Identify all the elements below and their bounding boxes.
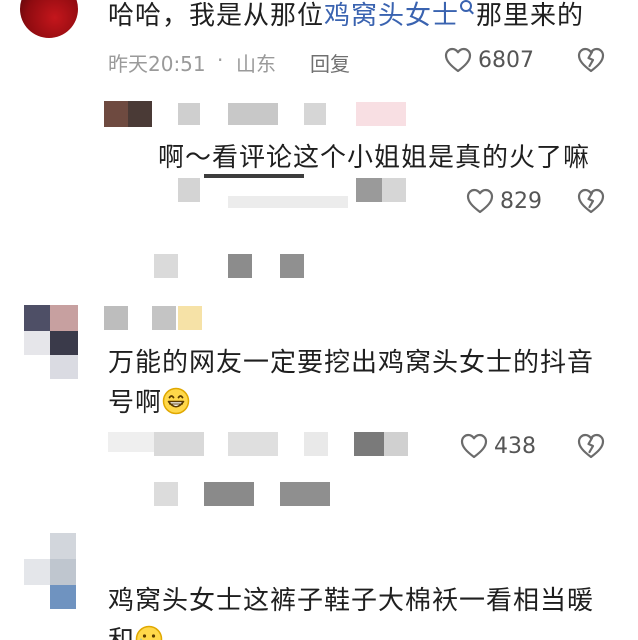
mosaic-block bbox=[50, 559, 76, 585]
comment-time: 昨天20:51 bbox=[108, 52, 206, 76]
crying-face-emoji-icon bbox=[135, 625, 163, 640]
like-count: 438 bbox=[494, 433, 536, 459]
comment-list: 哈哈，我是从那位鸡窝头女士 那里来的 昨天20:51 · 山东 回复 6807 啊… bbox=[0, 0, 638, 640]
blurred-block bbox=[154, 432, 204, 456]
mosaic-block bbox=[50, 331, 78, 355]
blurred-block bbox=[178, 103, 200, 125]
like-button[interactable]: 6807 bbox=[444, 45, 534, 75]
blurred-block bbox=[228, 196, 348, 208]
blurred-block bbox=[384, 432, 408, 456]
mosaic-block bbox=[50, 355, 78, 379]
heart-icon bbox=[466, 188, 494, 214]
blurred-block bbox=[154, 482, 178, 506]
search-link[interactable]: 鸡窝头女士 bbox=[324, 1, 459, 31]
blurred-block bbox=[204, 174, 304, 178]
blurred-block bbox=[178, 178, 200, 202]
mosaic-block bbox=[104, 101, 128, 127]
avatar[interactable] bbox=[104, 101, 152, 129]
blurred-block bbox=[280, 482, 330, 506]
like-count: 829 bbox=[500, 188, 542, 214]
blurred-block bbox=[280, 254, 304, 278]
like-button[interactable]: 829 bbox=[466, 186, 542, 216]
mosaic-block bbox=[24, 305, 50, 331]
blurred-block bbox=[152, 306, 176, 330]
heart-icon bbox=[460, 433, 488, 459]
comment-location: 山东 bbox=[236, 52, 276, 76]
mosaic-block bbox=[50, 533, 76, 559]
dislike-icon[interactable] bbox=[576, 431, 606, 459]
blurred-block bbox=[304, 103, 326, 125]
blurred-block bbox=[104, 306, 128, 330]
avatar[interactable] bbox=[24, 533, 78, 609]
reply-button[interactable]: 回复 bbox=[310, 48, 350, 77]
comment-text-line2: 号啊 bbox=[108, 386, 190, 420]
comment-text-end: 和 bbox=[108, 626, 135, 640]
blurred-block bbox=[228, 254, 252, 278]
blurred-block bbox=[154, 254, 178, 278]
grinning-face-emoji-icon bbox=[162, 387, 190, 415]
avatar[interactable] bbox=[20, 0, 78, 38]
blurred-block bbox=[382, 178, 406, 202]
comment-text-suffix: 那里来的 bbox=[476, 1, 585, 31]
comment-text-line2: 和 bbox=[108, 624, 163, 640]
mosaic-block bbox=[50, 585, 76, 609]
mosaic-block bbox=[24, 559, 50, 585]
mosaic-block bbox=[24, 331, 50, 355]
search-icon[interactable] bbox=[460, 0, 473, 12]
mosaic-block bbox=[128, 101, 152, 127]
comment-text-end: 号啊 bbox=[108, 388, 163, 418]
mosaic-block bbox=[50, 305, 78, 331]
avatar[interactable] bbox=[24, 305, 78, 379]
blurred-block bbox=[108, 432, 158, 452]
blurred-block bbox=[228, 103, 278, 125]
comment-text-prefix: 哈哈，我是从那位 bbox=[108, 1, 325, 31]
like-button[interactable]: 438 bbox=[460, 431, 536, 461]
reply-text: 啊～看评论这个小姐姐是真的火了嘛 bbox=[158, 143, 591, 173]
like-count: 6807 bbox=[478, 47, 534, 73]
blurred-block bbox=[356, 102, 406, 126]
blurred-block bbox=[354, 432, 384, 456]
meta-separator: · bbox=[217, 48, 224, 72]
blurred-block bbox=[204, 482, 254, 506]
heart-icon bbox=[444, 47, 472, 73]
blurred-block bbox=[228, 432, 278, 456]
comment-text: 万能的网友一定要挖出鸡窝头女士的抖音 bbox=[108, 348, 595, 378]
comment-text: 鸡窝头女士这裤子鞋子大棉袄一看相当暖 bbox=[108, 586, 595, 616]
comment-text: 哈哈，我是从那位鸡窝头女士 那里来的 bbox=[108, 0, 584, 33]
dislike-icon[interactable] bbox=[576, 186, 606, 214]
blurred-block bbox=[356, 178, 382, 202]
blurred-block bbox=[178, 306, 202, 330]
blurred-block bbox=[304, 432, 328, 456]
dislike-icon[interactable] bbox=[576, 45, 606, 73]
